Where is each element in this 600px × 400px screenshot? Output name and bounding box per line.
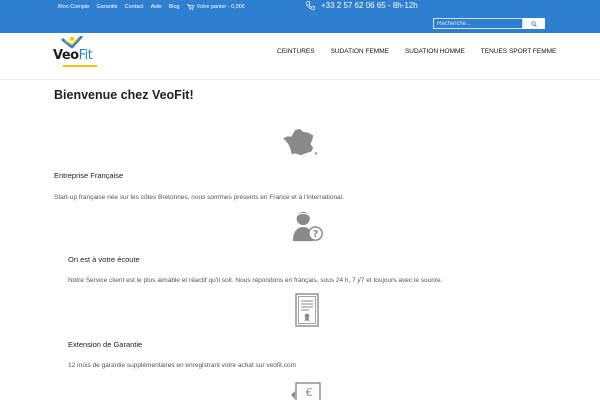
svg-text:€: € bbox=[306, 386, 313, 399]
nav-item-sudation-homme[interactable]: SUDATION HOMME bbox=[405, 48, 465, 55]
search-button[interactable] bbox=[523, 18, 545, 29]
nav-item-sudation-femme[interactable]: SUDATION FEMME bbox=[331, 48, 389, 55]
top-bar: Mon Compte Garantie Contact Aide Blog Vo… bbox=[0, 0, 600, 33]
phone-number: +33 2 57 62 06 65 - 8h-12h bbox=[321, 1, 418, 10]
nav-item-ceintures[interactable]: CEINTURES bbox=[277, 48, 315, 55]
svg-text:?: ? bbox=[313, 229, 318, 240]
feature-heading-warranty: Extension de Garantie bbox=[68, 340, 143, 349]
phone-icon bbox=[306, 1, 315, 10]
top-link-contact[interactable]: Contact bbox=[125, 4, 144, 10]
logo-wordmark: VeoFit bbox=[53, 48, 93, 63]
euro-refund-icon: € bbox=[291, 382, 321, 400]
top-link-account[interactable]: Mon Compte bbox=[58, 4, 90, 10]
main-nav: CEINTURES SUDATION FEMME SUDATION HOMME … bbox=[277, 48, 556, 55]
cart-link[interactable]: Votre panier - 0,00€ bbox=[186, 4, 245, 10]
france-map-icon bbox=[283, 128, 318, 156]
top-link-blog[interactable]: Blog bbox=[169, 4, 180, 10]
search-input[interactable] bbox=[433, 18, 523, 29]
nav-divider bbox=[0, 79, 600, 80]
top-nav: Mon Compte Garantie Contact Aide Blog Vo… bbox=[58, 4, 245, 10]
cart-icon bbox=[186, 4, 194, 10]
feature-heading-listening: On est à votre écoute bbox=[68, 255, 140, 264]
feature-text-listening: Notre Service client est le plus aimable… bbox=[68, 277, 443, 284]
cart-label: Votre panier - 0,00€ bbox=[196, 4, 245, 10]
feature-text-french-company: Start-up française née sur les côtes Bre… bbox=[54, 194, 344, 201]
feature-heading-french-company: Entreprise Française bbox=[54, 171, 124, 180]
phone-contact[interactable]: +33 2 57 62 06 65 - 8h-12h bbox=[306, 1, 418, 10]
top-link-help[interactable]: Aide bbox=[151, 4, 162, 10]
logo-tagline-bar bbox=[63, 65, 97, 67]
veofit-logo[interactable]: VeoFit bbox=[53, 36, 101, 74]
top-link-warranty[interactable]: Garantie bbox=[97, 4, 118, 10]
warranty-certificate-icon bbox=[295, 293, 319, 327]
feature-text-warranty: 12 mois de garantie supplémentaires en e… bbox=[68, 362, 296, 369]
search-icon bbox=[531, 20, 537, 27]
search-form bbox=[433, 18, 545, 29]
nav-item-tenues-sport-femme[interactable]: TENUES SPORT FEMME bbox=[481, 48, 557, 55]
support-agent-icon: ? bbox=[292, 211, 323, 242]
page-title: Bienvenue chez VeoFit! bbox=[54, 88, 194, 102]
